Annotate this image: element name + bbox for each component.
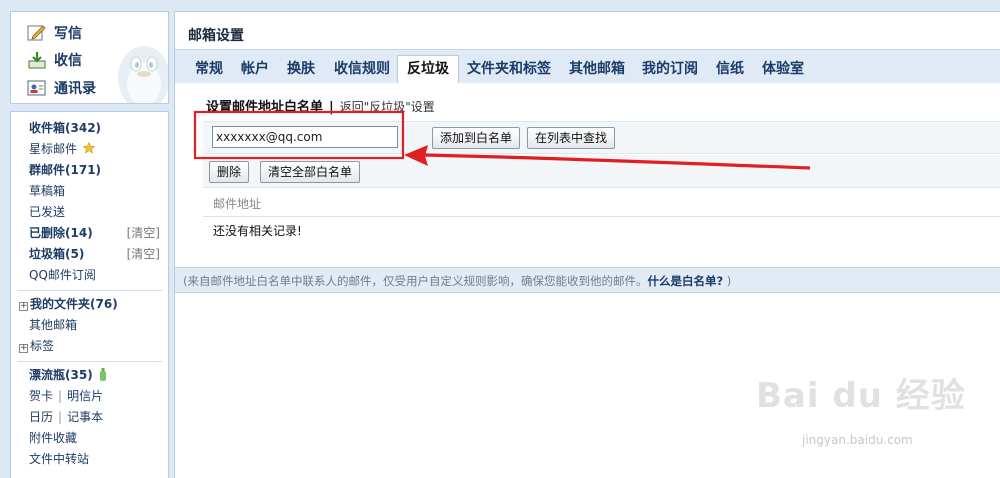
folder-spam[interactable]: 垃圾箱(5) [清空] [29,244,160,265]
whitelist-help-note: (来自邮件地址白名单中联系人的邮件，仅受用户自定义规则影响，确保您能收到他的邮件… [175,267,1000,293]
calendar-link[interactable]: 日历 [29,410,53,424]
tab-lab[interactable]: 体验室 [762,57,804,84]
expand-plus-icon: + [19,301,28,311]
file-transfer-link[interactable]: 文件中转站 [29,449,160,470]
whitelist-content: 设置邮件地址白名单|返回"反垃圾"设置 添加到白名单 在列表中查找 删除 清空全… [175,83,1000,267]
my-folders-toggle[interactable]: + 我的文件夹(76) [19,294,160,315]
tab-subscriptions[interactable]: 我的订阅 [642,57,698,84]
back-to-anti-spam-link[interactable]: 返回"反垃圾"设置 [340,100,435,114]
address-book-icon [27,80,46,96]
whitelist-email-input[interactable] [212,126,398,148]
folder-sent[interactable]: 已发送 [29,202,160,223]
quick-actions-panel: 写信 收信 通讯录 [10,11,169,104]
whitelist-input-row: 添加到白名单 在列表中查找 [203,121,1000,154]
other-mailboxes-link[interactable]: 其他邮箱 [29,315,160,336]
tab-anti-spam[interactable]: 反垃圾 [397,55,459,84]
bottle-icon [99,368,106,381]
tab-mail-rules[interactable]: 收信规则 [334,57,390,84]
cards-row: 贺卡 | 明信片 [29,389,104,403]
folder-panel: 收件箱(342) 星标邮件 群邮件(171) 草稿箱 已发送 已删除(14) [… [10,111,169,478]
whitelist-heading: 设置邮件地址白名单 | 返回"反垃圾"设置 [206,100,435,115]
settings-tab-bar: 常规 帐户 换肤 收信规则 反垃圾 文件夹和标签 其他邮箱 我的订阅 信纸 体验… [175,49,1000,84]
what-is-whitelist-link[interactable]: 什么是白名单? [647,274,723,288]
tab-skin[interactable]: 换肤 [287,57,315,84]
empty-list-message: 还没有相关记录! [213,224,302,238]
clear-all-whitelist-button[interactable]: 清空全部白名单 [260,161,361,183]
drift-bottle-link[interactable]: 漂流瓶(35) [29,365,160,386]
tab-stationery[interactable]: 信纸 [716,57,744,84]
tab-general[interactable]: 常规 [195,57,223,84]
compose-button[interactable]: 写信 [27,23,82,43]
qq-penguin-logo [118,46,168,103]
settings-panel: 邮箱设置 常规 帐户 换肤 收信规则 反垃圾 文件夹和标签 其他邮箱 我的订阅 … [174,11,1000,478]
pencil-icon [27,25,46,41]
page-title: 邮箱设置 [188,28,244,44]
sidebar-divider [17,361,162,362]
add-to-whitelist-button[interactable]: 添加到白名单 [432,127,521,149]
clear-deleted-link[interactable]: [清空] [127,223,160,244]
notepad-link[interactable]: 记事本 [67,410,103,424]
tab-account[interactable]: 帐户 [241,57,269,84]
contacts-button[interactable]: 通讯录 [27,78,96,98]
whitelist-action-row: 删除 清空全部白名单 [203,155,1000,188]
attachments-link[interactable]: 附件收藏 [29,428,160,449]
tags-toggle[interactable]: + 标签 [19,336,160,357]
sidebar-divider [17,290,162,291]
inbox-download-icon [28,52,46,69]
greeting-card-link[interactable]: 贺卡 [29,389,53,403]
tab-folders-tags[interactable]: 文件夹和标签 [467,57,551,84]
calendar-row: 日历 | 记事本 [29,410,104,424]
clear-spam-link[interactable]: [清空] [127,244,160,265]
sidebar: 写信 收信 通讯录 收件箱(342) 星标邮件 群邮件(171) 草稿箱 已发送… [10,11,169,478]
folder-starred[interactable]: 星标邮件 [29,139,160,160]
star-icon [82,141,96,154]
folder-qq-subscription[interactable]: QQ邮件订阅 [29,265,160,286]
find-in-list-button[interactable]: 在列表中查找 [527,127,616,149]
delete-button[interactable]: 删除 [209,161,250,183]
folder-drafts[interactable]: 草稿箱 [29,181,160,202]
email-column-header: 邮件地址 [203,191,1000,217]
expand-plus-icon: + [19,343,28,353]
folder-deleted[interactable]: 已删除(14) [清空] [29,223,160,244]
tab-other-mailboxes[interactable]: 其他邮箱 [569,57,625,84]
folder-group-mail[interactable]: 群邮件(171) [29,160,160,181]
postcard-link[interactable]: 明信片 [67,389,103,403]
receive-button[interactable]: 收信 [27,50,82,70]
folder-inbox[interactable]: 收件箱(342) [29,118,160,139]
